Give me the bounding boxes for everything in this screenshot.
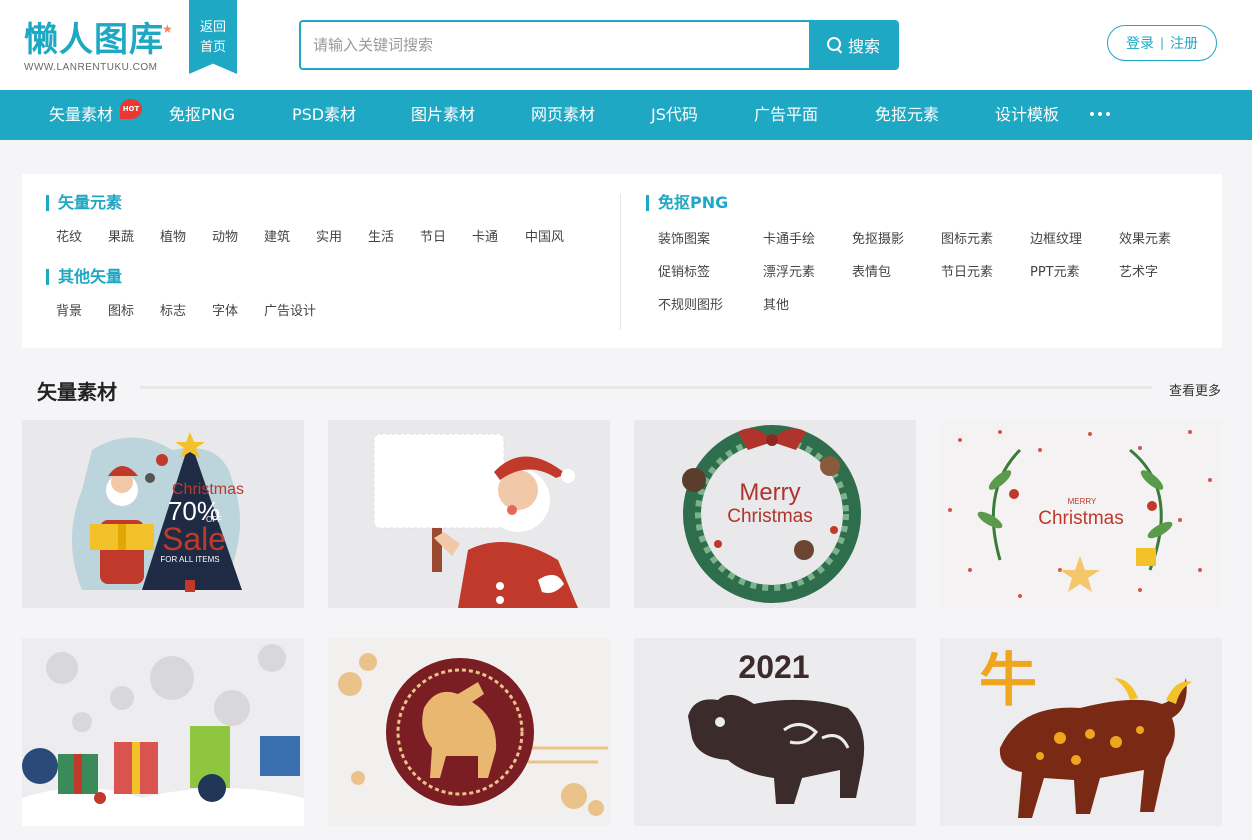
category-link[interactable]: 动物 xyxy=(212,230,238,246)
category-link[interactable]: 中国风 xyxy=(525,230,564,246)
category-panel: 矢量元素 花纹 果蔬 植物 动物 建筑 实用 生活 节日 卡通 中国风 其他矢量… xyxy=(22,174,1222,348)
category-link[interactable]: 节日 xyxy=(420,230,446,246)
section-divider xyxy=(140,386,1152,389)
nav-item-photo[interactable]: 图片素材 xyxy=(411,90,475,140)
view-more-link[interactable]: 查看更多 xyxy=(1169,380,1221,399)
category-link[interactable]: 果蔬 xyxy=(108,230,134,246)
category-link[interactable]: 艺术字 xyxy=(1119,265,1158,281)
category-link[interactable]: 边框纹理 xyxy=(1030,232,1082,248)
login-register-group: 登录 | 注册 xyxy=(1107,25,1217,61)
category-link[interactable]: 生活 xyxy=(368,230,394,246)
card1-text-5: FOR ALL ITEMS xyxy=(160,555,219,564)
golden-ox-illustration: 牛 xyxy=(979,646,1192,818)
nav-item-ad[interactable]: 广告平面 xyxy=(754,90,818,140)
category-link[interactable]: 花纹 xyxy=(56,230,82,246)
category-link[interactable]: 植物 xyxy=(160,230,186,246)
gift-boxes-illustration xyxy=(22,644,304,826)
login-separator: | xyxy=(1159,36,1165,50)
nav-item-web[interactable]: 网页素材 xyxy=(531,90,595,140)
category-link[interactable]: 卡通手绘 xyxy=(763,232,815,248)
back-home-label-1: 返回 xyxy=(199,20,226,35)
category-link[interactable]: 广告设计 xyxy=(264,304,316,320)
card-santa-sign[interactable] xyxy=(328,420,610,608)
card3-text-1: Merry xyxy=(739,479,800,506)
search-icon xyxy=(826,36,844,54)
category-link[interactable]: 漂浮元素 xyxy=(763,265,815,281)
card-gift-boxes[interactable] xyxy=(22,638,304,826)
card-ox-seal[interactable] xyxy=(328,638,610,826)
ox-seal-illustration xyxy=(338,653,608,816)
search-button-label: 搜索 xyxy=(847,37,880,56)
card3-text-2: Christmas xyxy=(727,506,813,527)
login-link[interactable]: 登录 xyxy=(1126,33,1154,53)
category-link[interactable]: PPT元素 xyxy=(1030,265,1080,281)
wreath-illustration: Merry Christmas xyxy=(682,425,861,603)
card8-glyph: 牛 xyxy=(979,646,1037,714)
nav-item-vector[interactable]: 矢量素材 xyxy=(49,90,113,140)
ox-2021-illustration: 2021 xyxy=(688,649,865,804)
category-link[interactable]: 实用 xyxy=(316,230,342,246)
card4-text-1: MERRY xyxy=(1068,497,1097,506)
logo-star-icon: ★ xyxy=(162,22,173,36)
main-nav: 矢量素材 HOT 免抠PNG PSD素材 图片素材 网页素材 JS代码 广告平面… xyxy=(0,90,1252,140)
nav-item-png[interactable]: 免抠PNG xyxy=(169,90,235,140)
nav-item-template[interactable]: 设计模板 xyxy=(995,90,1059,140)
nav-item-psd[interactable]: PSD素材 xyxy=(292,90,356,140)
card4-text-2: Christmas xyxy=(1038,508,1124,529)
category-link[interactable]: 其他 xyxy=(763,298,789,314)
register-link[interactable]: 注册 xyxy=(1170,33,1198,53)
category-link[interactable]: 建筑 xyxy=(264,230,290,246)
category-link[interactable]: 装饰图案 xyxy=(658,232,710,248)
category-link[interactable]: 图标元素 xyxy=(941,232,993,248)
christmas-sale-illustration: Christmas 70% OFF Sale FOR ALL ITEMS xyxy=(72,432,244,592)
card7-year: 2021 xyxy=(738,649,809,685)
search-input[interactable] xyxy=(301,22,811,68)
category-link[interactable]: 标志 xyxy=(160,304,186,320)
section-title: 矢量素材 xyxy=(37,380,117,404)
card-golden-ox[interactable]: 牛 xyxy=(940,638,1222,826)
category-title-vector-elements[interactable]: 矢量元素 xyxy=(46,194,122,212)
category-link[interactable]: 卡通 xyxy=(472,230,498,246)
card1-text-4: Sale xyxy=(162,521,226,557)
category-link[interactable]: 背景 xyxy=(56,304,82,320)
category-link[interactable]: 不规则图形 xyxy=(658,298,723,314)
back-home-button[interactable]: 返回 首页 xyxy=(189,0,237,74)
card-merry-christmas-wreath[interactable]: Merry Christmas xyxy=(634,420,916,608)
category-link[interactable]: 促销标签 xyxy=(658,265,710,281)
nav-item-js[interactable]: JS代码 xyxy=(651,90,698,140)
category-link[interactable]: 表情包 xyxy=(852,265,891,281)
category-link[interactable]: 字体 xyxy=(212,304,238,320)
logo-text: 懒人图库 xyxy=(24,20,164,60)
site-logo[interactable]: 懒人图库 ★ WWW.LANRENTUKU.COM xyxy=(24,20,174,82)
logo-url: WWW.LANRENTUKU.COM xyxy=(24,62,158,73)
header: 懒人图库 ★ WWW.LANRENTUKU.COM 返回 首页 搜索 登录 | … xyxy=(0,0,1252,90)
category-link[interactable]: 节日元素 xyxy=(941,265,993,281)
search-box: 搜索 xyxy=(299,20,899,70)
santa-sign-illustration xyxy=(373,433,578,608)
card-christmas-sale[interactable]: Christmas 70% OFF Sale FOR ALL ITEMS xyxy=(22,420,304,608)
nav-item-element[interactable]: 免抠元素 xyxy=(875,90,939,140)
back-home-label-2: 首页 xyxy=(199,40,226,55)
category-title-other-vectors[interactable]: 其他矢量 xyxy=(46,268,122,286)
card-merry-christmas-branches[interactable]: MERRY Christmas xyxy=(940,420,1222,608)
branches-illustration: MERRY Christmas xyxy=(948,430,1212,598)
category-link[interactable]: 图标 xyxy=(108,304,134,320)
category-title-png[interactable]: 免抠PNG xyxy=(646,194,728,212)
search-button[interactable]: 搜索 xyxy=(809,22,897,68)
category-link[interactable]: 免抠摄影 xyxy=(852,232,904,248)
category-link[interactable]: 效果元素 xyxy=(1119,232,1171,248)
more-icon[interactable] xyxy=(1090,112,1110,116)
card-2021-ox[interactable]: 2021 xyxy=(634,638,916,826)
category-divider xyxy=(620,194,621,330)
hot-badge: HOT xyxy=(120,99,142,119)
